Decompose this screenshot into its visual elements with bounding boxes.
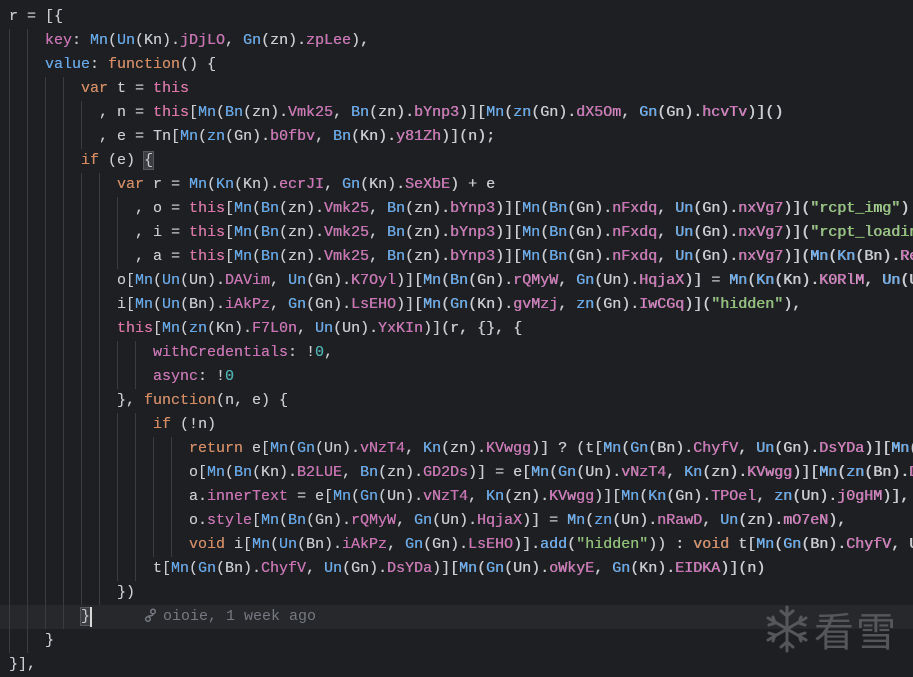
indent-guides (9, 149, 81, 173)
code-text: o[Mn(Un(Un).DAVim, Un(Gn).K7Oyl)][Mn(Bn(… (117, 272, 913, 289)
code-text: , e = Tn[Mn(zn(Gn).b0fbv, Bn(Kn).y81Zh)]… (99, 128, 496, 145)
indent-guides (9, 269, 117, 293)
code-text: i[Mn(Un(Bn).iAkPz, Gn(Gn).LsEHO)][Mn(Gn(… (117, 296, 802, 313)
code-line[interactable]: withCredentials: !0, withCredentials: !0, (0, 341, 913, 365)
code-line[interactable]: , e = Tn[Mn(zn(Gn).b0fbv, Bn(Kn).y81Zh)]… (0, 125, 913, 149)
code-line[interactable]: return e[Mn(Gn(Un).vNzT4, Kn(zn).KVwgg)]… (0, 437, 913, 461)
indent-guides (9, 509, 189, 533)
code-text: } (81, 608, 91, 625)
code-line[interactable]: if (e) {if (e) { (0, 149, 913, 173)
indent-guides (9, 317, 117, 341)
code-line[interactable]: if (!n) if (!n) (0, 413, 913, 437)
code-text: var t = this (81, 80, 190, 97)
indent-guides (9, 485, 189, 509)
indent-guides (9, 629, 45, 653)
watermark-logo: 看雪 (764, 600, 898, 658)
code-line[interactable]: value: function() {value: function() { (0, 53, 913, 77)
code-line[interactable]: , n = this[Mn(Bn(zn).Vmk25, Bn(zn).bYnp3… (0, 101, 913, 125)
code-line[interactable]: o[Mn(Un(Un).DAVim, Un(Gn).K7Oyl)][Mn(Bn(… (0, 269, 913, 293)
code-line[interactable]: void i[Mn(Un(Bn).iAkPz, Gn(Gn).LsEHO)].a… (0, 533, 913, 557)
code-line[interactable]: o.style[Mn(Bn(Gn).rQMyW, Gn(Un).HqjaX)] … (0, 509, 913, 533)
code-text: async: !0 (153, 368, 235, 385)
code-text: key: Mn(Un(Kn).jDjLO, Gn(zn).zpLee), (45, 32, 370, 49)
code-text: o.style[Mn(Bn(Gn).rQMyW, Gn(Un).HqjaX)] … (189, 512, 847, 529)
code-text: }], (9, 656, 37, 673)
indent-guides (9, 461, 189, 485)
snowflake-icon (766, 605, 808, 653)
code-line[interactable]: this[Mn(zn(Kn).F7L0n, Un(Un).YxKIn)](r, … (0, 317, 913, 341)
indent-guides (9, 77, 81, 101)
indent-guides (9, 125, 99, 149)
blame-text: oioie, 1 week ago (163, 608, 317, 625)
code-text: var r = Mn(Kn(Kn).ecrJI, Gn(Kn).SeXbE) +… (117, 176, 496, 193)
code-text: , a = this[Mn(Bn(zn).Vmk25, Bn(zn).bYnp3… (135, 248, 913, 265)
indent-guides (9, 389, 117, 413)
code-text: t[Mn(Gn(Bn).ChyfV, Un(Gn).DsYDa)][Mn(Gn(… (153, 560, 766, 577)
watermark-text: 看雪 (814, 610, 898, 656)
indent-guides (9, 245, 135, 269)
code-text: }) (117, 584, 136, 601)
code-text: if (!n) (153, 416, 217, 433)
code-line[interactable]: , i = this[Mn(Bn(zn).Vmk25, Bn(zn).bYnp3… (0, 221, 913, 245)
indent-guides (9, 341, 153, 365)
indent-guides (9, 557, 153, 581)
indent-guides (9, 437, 189, 461)
code-line[interactable]: o[Mn(Bn(Kn).B2LUE, Bn(zn).GD2Ds)] = e[Mn… (0, 461, 913, 485)
indent-guides (9, 293, 117, 317)
code-text: this[Mn(zn(Kn).F7L0n, Un(Un).YxKIn)](r, … (117, 320, 523, 337)
code-text: value: function() { (45, 56, 217, 73)
git-blame-annotation[interactable]: oioie, 1 week ago (144, 605, 317, 629)
code-editor[interactable]: r = [{r = [{key: Mn(Un(Kn).jDjLO, Gn(zn)… (0, 5, 913, 677)
indent-guides (9, 581, 117, 605)
indent-guides (9, 197, 135, 221)
code-text: if (e) { (81, 152, 154, 169)
indent-guides (9, 221, 135, 245)
code-text: return e[Mn(Gn(Un).vNzT4, Kn(zn).KVwgg)]… (189, 440, 913, 457)
code-text: a.innerText = e[Mn(Gn(Un).vNzT4, Kn(zn).… (189, 488, 910, 505)
code-line[interactable]: , a = this[Mn(Bn(zn).Vmk25, Bn(zn).bYnp3… (0, 245, 913, 269)
indent-guides (9, 413, 153, 437)
git-commit-icon (144, 608, 157, 623)
code-line[interactable]: , o = this[Mn(Bn(zn).Vmk25, Bn(zn).bYnp3… (0, 197, 913, 221)
code-text: withCredentials: !0, (153, 344, 334, 361)
code-line[interactable]: key: Mn(Un(Kn).jDjLO, Gn(zn).zpLee), key:… (0, 29, 913, 53)
indent-guides (9, 101, 99, 125)
code-line[interactable]: var t = this var t = this (0, 77, 913, 101)
indent-guides (9, 53, 45, 77)
indent-guides (9, 533, 189, 557)
code-line[interactable]: a.innerText = e[Mn(Gn(Un).vNzT4, Kn(zn).… (0, 485, 913, 509)
code-text: } (45, 632, 55, 649)
indent-guides (9, 605, 81, 629)
indent-guides (9, 29, 45, 53)
code-line[interactable]: r = [{r = [{ (0, 5, 913, 29)
code-text: o[Mn(Bn(Kn).B2LUE, Bn(zn).GD2Ds)] = e[Mn… (189, 464, 913, 481)
code-line[interactable]: var r = Mn(Kn(Kn).ecrJI, Gn(Kn).SeXbE) +… (0, 173, 913, 197)
code-text: void i[Mn(Un(Bn).iAkPz, Gn(Gn).LsEHO)].a… (189, 536, 913, 553)
code-text: , n = this[Mn(Bn(zn).Vmk25, Bn(zn).bYnp3… (99, 104, 784, 121)
code-line[interactable]: i[Mn(Un(Bn).iAkPz, Gn(Gn).LsEHO)][Mn(Gn(… (0, 293, 913, 317)
code-line[interactable]: t[Mn(Gn(Bn).ChyfV, Un(Gn).DsYDa)][Mn(Gn(… (0, 557, 913, 581)
text-cursor (90, 607, 92, 627)
code-text: , i = this[Mn(Bn(zn).Vmk25, Bn(zn).bYnp3… (135, 224, 913, 241)
code-text: }, function(n, e) { (117, 392, 289, 409)
indent-guides (9, 365, 153, 389)
code-text: , o = this[Mn(Bn(zn).Vmk25, Bn(zn).bYnp3… (135, 200, 910, 217)
code-line[interactable]: async: !0 async: !0 (0, 365, 913, 389)
code-line[interactable]: }, function(n, e) {}, function(n, e) { (0, 389, 913, 413)
indent-guides (9, 173, 117, 197)
code-text: r = [{ (9, 8, 64, 25)
